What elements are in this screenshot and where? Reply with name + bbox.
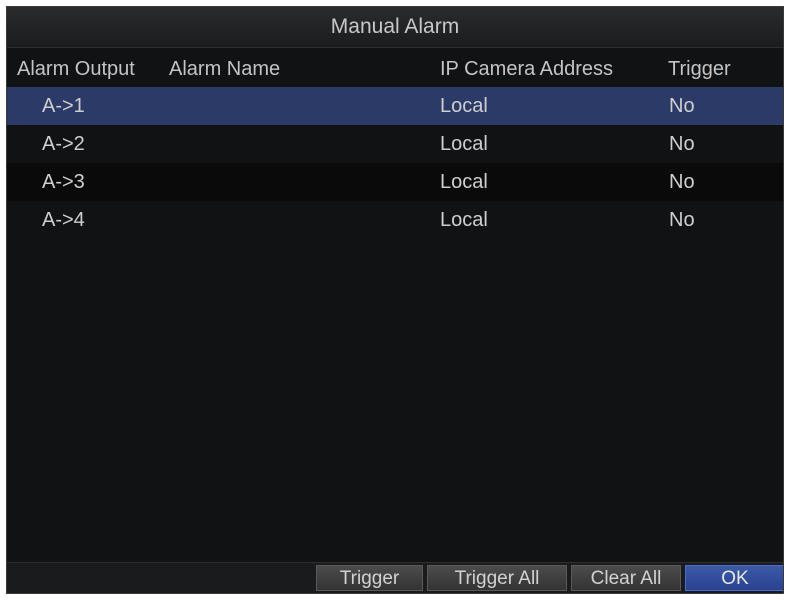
header-alarm-output: Alarm Output [17,58,135,80]
alarm-output-list: A->1 Local No A->2 Local No A->3 Local N… [7,87,783,239]
cell-alarm-output: A->1 [42,95,85,117]
header-alarm-name: Alarm Name [169,58,281,80]
cell-trigger: No [669,133,695,155]
table-row[interactable]: A->3 Local No [7,163,783,201]
cell-trigger: No [669,209,695,231]
table-row[interactable]: A->4 Local No [7,201,783,239]
cell-ip-camera-address: Local [440,171,488,193]
table-row[interactable]: A->2 Local No [7,125,783,163]
cell-alarm-output: A->3 [42,171,85,193]
header-trigger: Trigger [668,58,731,80]
cell-ip-camera-address: Local [440,95,488,117]
cell-trigger: No [669,171,695,193]
cell-ip-camera-address: Local [440,209,488,231]
cell-ip-camera-address: Local [440,133,488,155]
ok-button[interactable]: OK [685,565,783,591]
cell-trigger: No [669,95,695,117]
table-header: Alarm Output Alarm Name IP Camera Addres… [7,51,783,87]
cell-alarm-output: A->4 [42,209,85,231]
cell-alarm-output: A->2 [42,133,85,155]
button-bar: Trigger Trigger All Clear All OK [7,562,783,593]
clear-all-button[interactable]: Clear All [571,565,681,591]
header-ip-camera-address: IP Camera Address [440,58,614,80]
trigger-all-button[interactable]: Trigger All [427,565,567,591]
manual-alarm-dialog: Manual Alarm Alarm Output Alarm Name IP … [6,6,784,594]
dialog-title: Manual Alarm [7,7,783,48]
trigger-button[interactable]: Trigger [316,565,423,591]
table-row[interactable]: A->1 Local No [7,87,783,125]
